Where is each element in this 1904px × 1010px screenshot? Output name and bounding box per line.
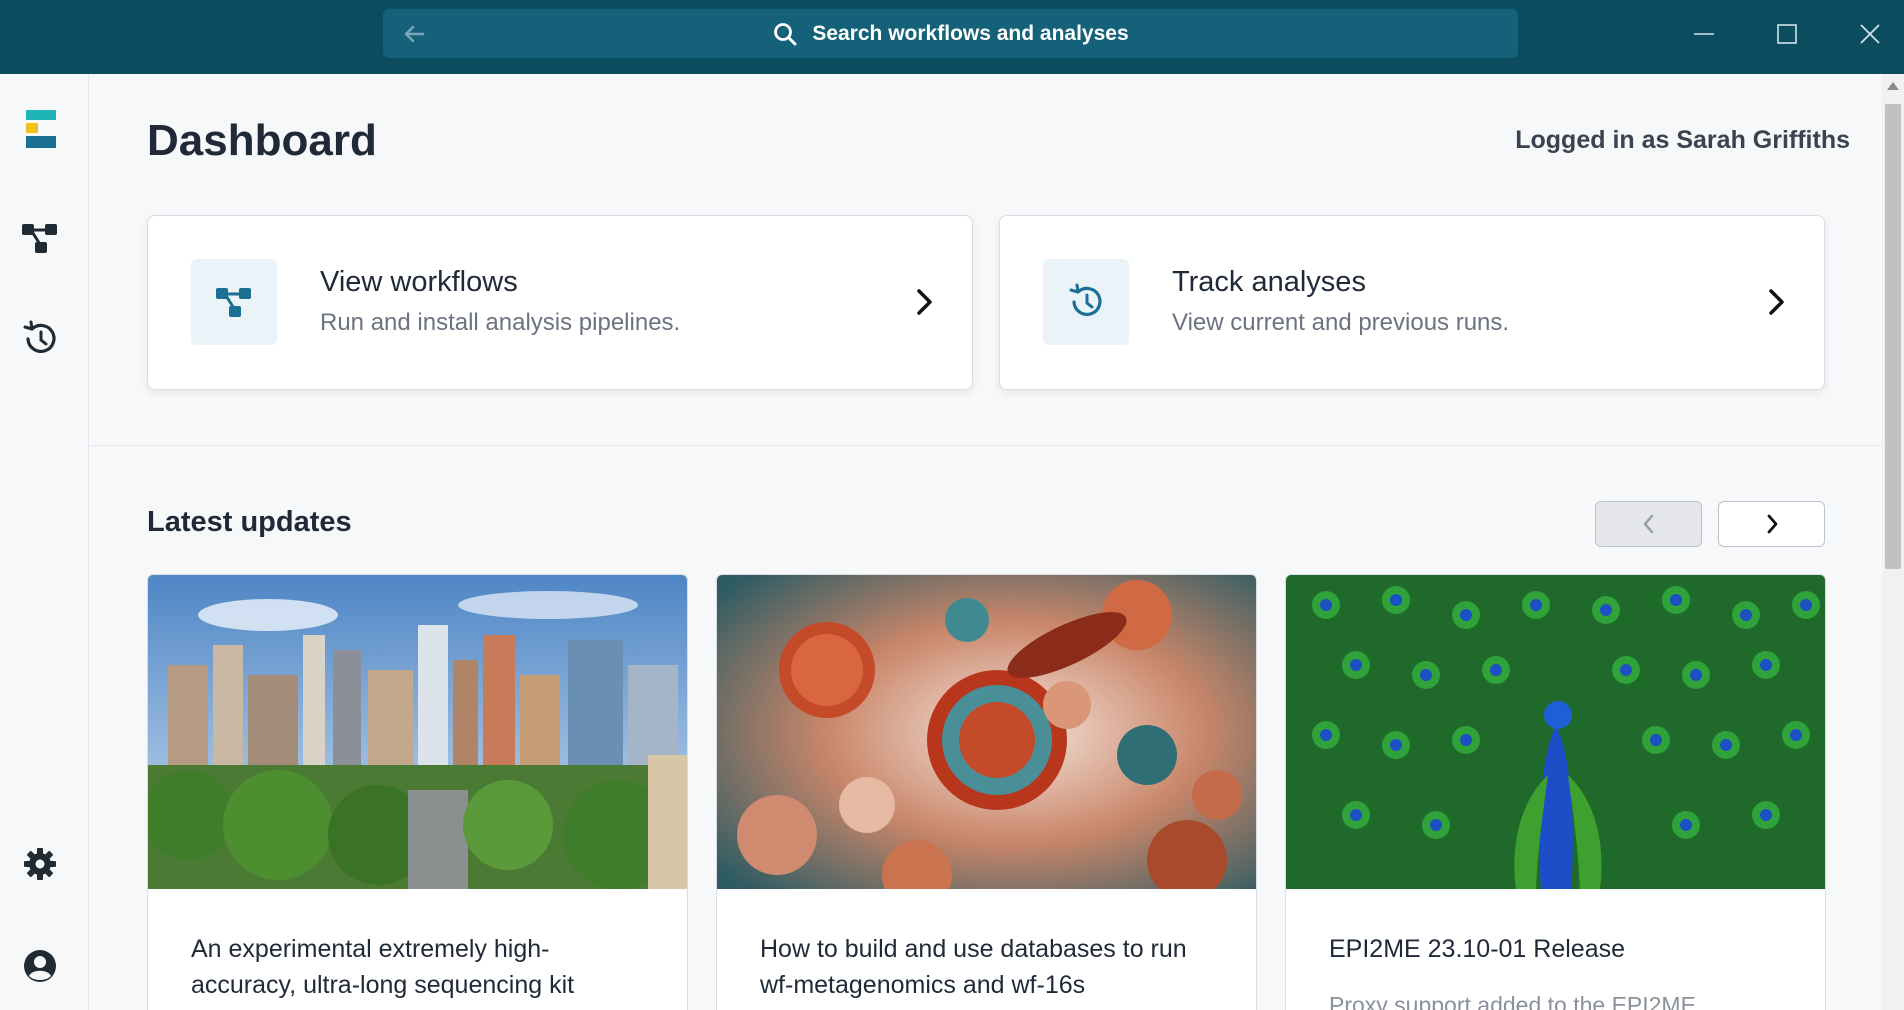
title-bar: Search workflows and analyses: [0, 0, 1904, 74]
microbes-image: [717, 575, 1256, 889]
scroll-thumb[interactable]: [1885, 104, 1901, 569]
updates-title: Latest updates: [147, 506, 352, 538]
search-bar[interactable]: Search workflows and analyses: [383, 9, 1518, 58]
action-subtitle: View current and previous runs.: [1172, 309, 1510, 336]
main-content: Dashboard Logged in as Sarah Griffiths V…: [90, 74, 1882, 1010]
history-icon: [1069, 283, 1102, 316]
page-title: Dashboard: [147, 116, 377, 165]
logged-in-label: Logged in as Sarah Griffiths: [1515, 126, 1850, 154]
chevron-left-icon: [1643, 514, 1653, 534]
city-skyline-image: [148, 575, 687, 889]
track-analyses-card[interactable]: Track analyses View current and previous…: [999, 215, 1825, 390]
sidebar-item-workflows[interactable]: [20, 218, 60, 258]
sidebar-item-analyses[interactable]: [20, 319, 60, 359]
peacock-image: [1286, 575, 1825, 889]
history-icon-box: [1043, 259, 1129, 345]
news-card[interactable]: EPI2ME 23.10-01 Release Proxy support ad…: [1285, 574, 1826, 1010]
close-button[interactable]: [1852, 18, 1888, 50]
maximize-button[interactable]: [1769, 18, 1805, 50]
sidebar: [0, 74, 89, 1010]
scrollbar[interactable]: [1882, 74, 1904, 1010]
previous-button[interactable]: [1595, 501, 1702, 547]
search-icon: [774, 22, 797, 45]
chevron-right-icon: [917, 289, 932, 315]
news-title: An experimental extremely high-accuracy,…: [191, 935, 575, 999]
view-workflows-card[interactable]: View workflows Run and install analysis …: [147, 215, 973, 390]
chevron-right-icon: [1769, 289, 1784, 315]
news-card[interactable]: How to build and use databases to run wf…: [716, 574, 1257, 1010]
news-title: EPI2ME 23.10-01 Release: [1329, 935, 1626, 963]
workflow-icon: [22, 224, 57, 253]
close-icon: [1860, 24, 1880, 44]
sidebar-item-settings[interactable]: [20, 844, 60, 884]
minimize-icon: [1694, 33, 1714, 35]
workflow-icon-box: [191, 259, 277, 345]
section-divider: [90, 445, 1882, 446]
workflow-icon: [216, 288, 251, 317]
action-title: View workflows: [320, 266, 518, 298]
sidebar-item-account[interactable]: [20, 946, 60, 986]
news-title: How to build and use databases to run wf…: [760, 935, 1187, 999]
user-circle-icon: [24, 950, 56, 982]
next-button[interactable]: [1718, 501, 1825, 547]
history-icon: [23, 320, 56, 353]
news-card[interactable]: An experimental extremely high-accuracy,…: [147, 574, 688, 1010]
action-title: Track analyses: [1172, 266, 1366, 298]
search-label: Search workflows and analyses: [812, 21, 1129, 45]
minimize-button[interactable]: [1686, 18, 1722, 50]
chevron-right-icon: [1767, 514, 1777, 534]
action-subtitle: Run and install analysis pipelines.: [320, 309, 681, 336]
news-excerpt: Proxy support added to the EPI2ME: [1329, 992, 1696, 1010]
maximize-icon: [1777, 24, 1797, 44]
gear-icon: [24, 848, 56, 880]
epi2me-logo[interactable]: [20, 110, 60, 150]
scroll-up-arrow[interactable]: [1887, 82, 1899, 90]
